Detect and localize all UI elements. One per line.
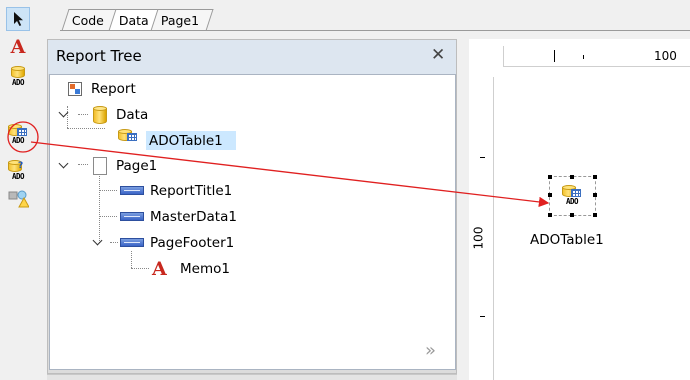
tree-node-adotable1[interactable]: ADOTable1 [54,129,254,151]
ado-table-icon: ADO [562,185,582,207]
arrow-pointer-icon [14,12,23,26]
shapes-icon [8,190,29,208]
tree-node-label: ReportTitle1 [150,183,233,199]
tree-node-reporttitle1[interactable]: ReportTitle1 [54,181,254,201]
letter-a-icon: A [10,36,26,58]
text-tool-button[interactable]: A [6,35,30,59]
ruler-label: 100 [471,226,486,250]
ado-database-tool-button[interactable]: ADO [6,65,30,89]
tree-node-label: Memo1 [180,261,230,277]
memo-icon: A [152,258,167,280]
tab-page1[interactable]: Page1 [150,9,214,31]
ruler-label: 100 [654,49,677,63]
chevron-down-icon[interactable] [92,235,103,246]
ruler-tick [480,157,485,158]
tree-node-masterdata1[interactable]: MasterData1 [54,207,254,227]
vertical-ruler: 100 [469,77,494,380]
band-icon [120,238,144,247]
ado-table-icon: ADO [8,124,28,146]
tree-node-label: Page1 [116,158,158,174]
shapes-tool-button[interactable] [6,187,30,211]
tab-strip-border [60,30,690,31]
ado-query-tool-button[interactable]: ? ADO [6,159,30,183]
chevron-down-icon[interactable] [58,107,69,118]
tree-node-memo1[interactable]: A Memo1 [54,259,254,279]
select-tool-button[interactable] [6,7,30,31]
ruler-tick [554,50,555,62]
report-icon [68,82,82,96]
component-toolbar: A ADO ADO ? ADO [0,0,38,380]
ruler-tick [480,316,485,317]
tree-node-data[interactable]: Data [54,105,254,125]
expand-more-icon[interactable]: » [425,340,436,361]
tree-node-label: MasterData1 [150,209,237,225]
band-icon [120,186,144,195]
component-label: ADOTable1 [530,232,604,248]
tree-line [67,128,105,129]
tree-node-page1[interactable]: Page1 [54,156,254,176]
panel-bottom-strip [47,374,457,380]
chevron-down-icon[interactable] [58,158,69,169]
tree-node-label: ADOTable1 [149,133,223,149]
horizontal-ruler: 100 [503,46,690,67]
database-icon [93,106,107,124]
adotable-component[interactable]: ADO [548,175,597,217]
band-icon [120,212,144,221]
tree-node-label: PageFooter1 [150,235,235,251]
ruler-tick [583,55,584,59]
ado-table-icon [118,129,138,151]
page-icon [93,157,107,175]
report-tree-title: Report Tree [56,47,142,65]
ado-table-tool-button[interactable]: ADO [6,123,30,147]
tree-node-label: Data [116,107,149,123]
ado-database-icon: ADO [8,66,28,88]
ado-query-icon: ? ADO [8,160,28,182]
tree-node-label: Report [91,81,136,97]
close-icon[interactable]: ✕ [431,45,445,65]
tree-node-pagefooter1[interactable]: PageFooter1 [54,233,254,253]
tree-node-report[interactable]: Report [54,79,254,99]
